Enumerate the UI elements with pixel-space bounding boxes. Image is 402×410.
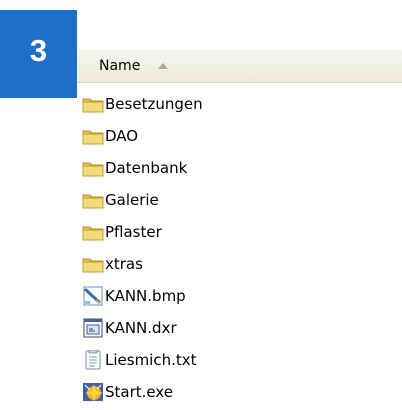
column-header-label: Name	[99, 58, 141, 74]
folder-icon	[82, 94, 104, 114]
folder-icon	[82, 222, 104, 242]
file-name: Pflaster	[105, 223, 162, 241]
column-header-bar: Name	[77, 50, 402, 83]
file-row-besetzungen[interactable]: Besetzungen	[77, 88, 203, 120]
text-document-icon	[82, 350, 104, 370]
file-name: Liesmich.txt	[105, 351, 197, 369]
file-name: Galerie	[105, 191, 159, 209]
folder-icon	[82, 254, 104, 274]
step-number-badge: 3	[0, 10, 77, 98]
sort-ascending-icon	[158, 63, 169, 69]
file-row-xtras[interactable]: xtras	[77, 248, 203, 280]
file-row-pflaster[interactable]: Pflaster	[77, 216, 203, 248]
application-exe-icon	[82, 382, 104, 402]
file-name: Besetzungen	[105, 95, 203, 113]
file-row-start-exe[interactable]: Start.exe	[77, 376, 203, 408]
file-name: xtras	[105, 255, 143, 273]
file-list: Besetzungen DAO Datenbank Galerie Pflast…	[77, 88, 203, 408]
file-name: KANN.dxr	[105, 319, 177, 337]
file-row-liesmich-txt[interactable]: Liesmich.txt	[77, 344, 203, 376]
director-file-icon	[82, 318, 104, 338]
screenshot-root: 3 Name Besetzungen DAO Datenbank Galerie…	[0, 0, 402, 410]
column-header-name[interactable]: Name	[77, 50, 377, 82]
folder-icon	[82, 126, 104, 146]
file-explorer-pane: Name Besetzungen DAO Datenbank Galerie P…	[77, 50, 402, 410]
file-row-dao[interactable]: DAO	[77, 120, 203, 152]
file-row-kann-dxr[interactable]: KANN.dxr	[77, 312, 203, 344]
folder-icon	[82, 190, 104, 210]
file-name: Datenbank	[105, 159, 188, 177]
file-name: KANN.bmp	[105, 287, 186, 305]
step-number: 3	[29, 33, 48, 68]
folder-icon	[82, 158, 104, 178]
file-row-kann-bmp[interactable]: KANN.bmp	[77, 280, 203, 312]
file-row-datenbank[interactable]: Datenbank	[77, 152, 203, 184]
bitmap-image-icon	[82, 286, 104, 306]
file-name: DAO	[105, 127, 139, 145]
file-name: Start.exe	[105, 383, 174, 401]
file-row-galerie[interactable]: Galerie	[77, 184, 203, 216]
